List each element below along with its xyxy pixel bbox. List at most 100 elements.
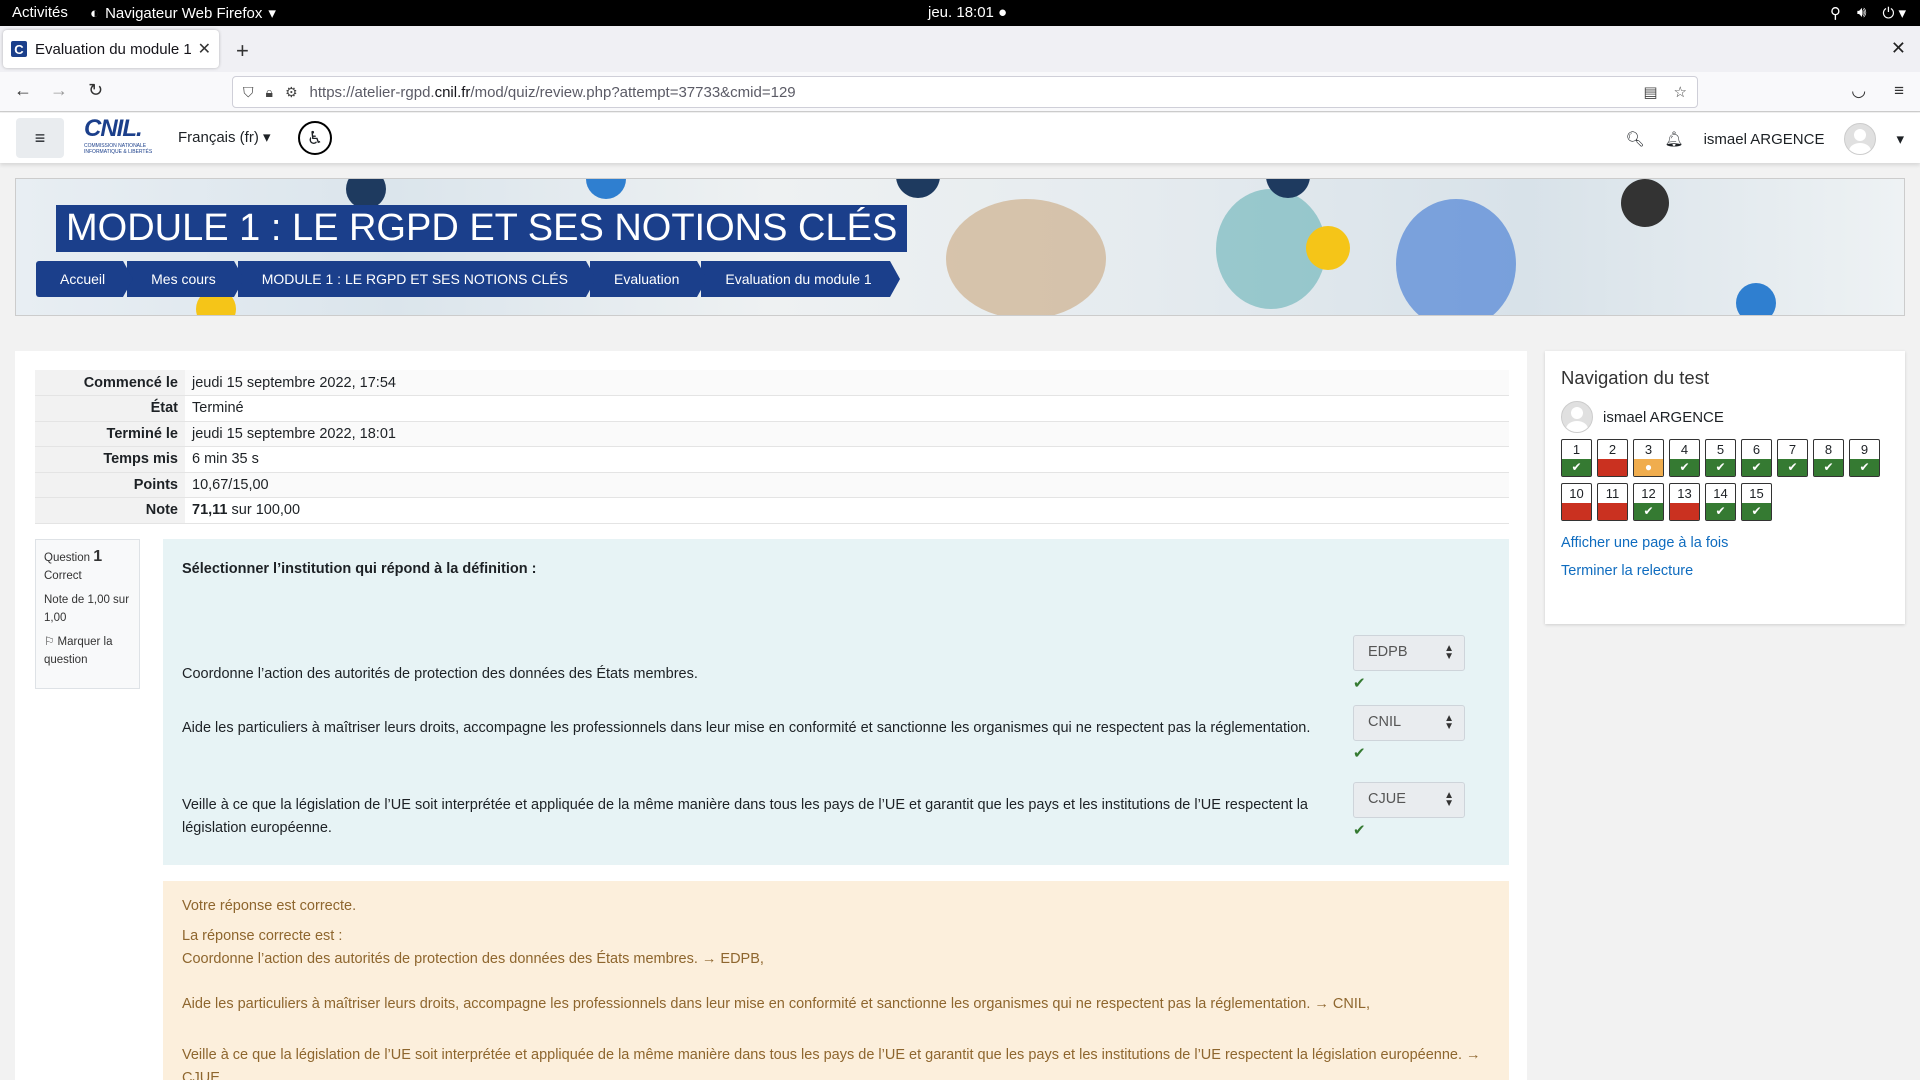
permissions-icon: ⚙ xyxy=(284,83,298,100)
check-icon: ✔ xyxy=(1715,460,1726,474)
quiz-nav-button[interactable]: 6 ✔ xyxy=(1741,439,1772,477)
quiz-nav-button[interactable]: 7 ✔ xyxy=(1777,439,1808,477)
avatar[interactable] xyxy=(1844,123,1877,155)
reader-view-icon[interactable]: ▤ xyxy=(1643,83,1657,101)
summary-value: 6 min 35 s xyxy=(185,446,1509,473)
bookmark-star-icon[interactable]: ☆ xyxy=(1674,83,1687,101)
logo-subtitle: COMMISSION NATIONALE INFORMATIQUE & LIBE… xyxy=(84,143,153,155)
clock[interactable]: jeu. 18:01 ● xyxy=(928,4,1007,21)
check-icon: ✔ xyxy=(1715,504,1726,518)
quiz-nav-number: 12 xyxy=(1641,486,1656,501)
quiz-nav-number: 13 xyxy=(1677,486,1692,501)
summary-label: Note xyxy=(35,497,185,524)
cnil-favicon-icon: C xyxy=(11,41,27,57)
quiz-nav-button[interactable]: 8 ✔ xyxy=(1813,439,1844,477)
power-icon: ⏻ ▾ xyxy=(1882,5,1906,22)
pocket-icon[interactable]: ◡ xyxy=(1851,81,1866,101)
quiz-nav-number: 7 xyxy=(1788,442,1797,457)
finish-review-link[interactable]: Terminer la relecture xyxy=(1561,563,1889,579)
summary-value: 71,11 sur 100,00 xyxy=(185,497,1509,524)
quiz-user-name: ismael ARGENCE xyxy=(1603,408,1724,426)
breadcrumb-evaluation[interactable]: Evaluation xyxy=(589,261,708,297)
quiz-nav-button[interactable]: 2 xyxy=(1597,439,1628,477)
quiz-nav-button[interactable]: 9 ✔ xyxy=(1849,439,1880,477)
accessibility-icon[interactable]: ♿︎ xyxy=(298,121,332,155)
tab-strip: C Evaluation du module 1 : r ✕ + ✕ xyxy=(0,26,1920,72)
quiz-nav-state-correct: ✔ xyxy=(1742,503,1771,520)
question-feedback: Votre réponse est correcte. La réponse c… xyxy=(163,881,1509,1080)
match-select[interactable]: CNIL ▲ ▼ xyxy=(1353,705,1465,741)
quiz-nav-button[interactable]: 4 ✔ xyxy=(1669,439,1700,477)
quiz-nav-number: 1 xyxy=(1572,442,1581,457)
quiz-nav-number: 14 xyxy=(1713,486,1728,501)
quiz-nav-button[interactable]: 11 xyxy=(1597,483,1628,521)
close-window-icon[interactable]: ✕ xyxy=(1891,38,1906,59)
quiz-nav-button[interactable]: 13 xyxy=(1669,483,1700,521)
search-icon[interactable]: 🔍︎ xyxy=(1626,130,1645,148)
summary-value: Terminé xyxy=(185,395,1509,422)
quiz-nav-number: 9 xyxy=(1860,442,1869,457)
check-icon: ✔ xyxy=(1859,460,1870,474)
drawer-toggle-button[interactable]: ≡ xyxy=(16,118,64,158)
url-text: https://atelier-rgpd.cnil.fr/mod/quiz/re… xyxy=(309,83,796,101)
browser-tab[interactable]: C Evaluation du module 1 : r ✕ xyxy=(3,30,219,68)
quiz-nav-button[interactable]: 3 ● xyxy=(1633,439,1664,477)
quiz-user: ismael ARGENCE xyxy=(1561,401,1889,433)
quiz-nav-button[interactable]: 1 ✔ xyxy=(1561,439,1592,477)
notification-bell-icon[interactable]: 🔔︎ xyxy=(1665,130,1684,148)
quiz-nav-state-correct: ✔ xyxy=(1742,459,1771,476)
breadcrumb-home[interactable]: Accueil xyxy=(36,261,134,297)
question-number: 1 xyxy=(93,548,103,565)
reload-icon[interactable]: ↻ xyxy=(88,80,103,101)
activities-button[interactable]: Activités xyxy=(12,4,68,21)
summary-label: Temps mis xyxy=(35,446,185,473)
check-icon: ✔ xyxy=(1643,504,1654,518)
app-menu[interactable]: ◐ Navigateur Web Firefox ▾ xyxy=(90,4,276,23)
show-one-page-link[interactable]: Afficher une page à la fois xyxy=(1561,535,1889,551)
user-menu-chevron-icon[interactable]: ▾ xyxy=(1896,130,1904,148)
question-content: Sélectionner l’institution qui répond à … xyxy=(163,539,1509,865)
match-select[interactable]: EDPB ▲ ▼ xyxy=(1353,635,1465,671)
quiz-nav-state-correct: ✔ xyxy=(1634,503,1663,520)
back-icon[interactable]: ← xyxy=(14,80,32,101)
tab-title: Evaluation du module 1 : r xyxy=(35,40,192,58)
match-select[interactable]: CJUE ▲ ▼ xyxy=(1353,782,1465,818)
summary-row: Terminé le jeudi 15 septembre 2022, 18:01 xyxy=(35,421,1509,447)
feedback-answer-line: Veille à ce que la législation de l’UE s… xyxy=(182,1047,1481,1080)
user-name[interactable]: ismael ARGENCE xyxy=(1704,131,1825,148)
question-state: Correct xyxy=(44,570,82,582)
system-tray[interactable]: ⚲ 🔊︎ ⏻ ▾ xyxy=(1830,4,1906,22)
summary-row: Commencé le jeudi 15 septembre 2022, 17:5… xyxy=(35,370,1509,396)
summary-label: Terminé le xyxy=(35,421,185,447)
correct-check-icon: ✔ xyxy=(1353,745,1366,762)
quiz-nav-button[interactable]: 10 xyxy=(1561,483,1592,521)
quiz-nav-button[interactable]: 15 ✔ xyxy=(1741,483,1772,521)
cnil-logo[interactable]: CNIL. COMMISSION NATIONALE INFORMATIQUE … xyxy=(84,117,156,159)
summary-row: Note 71,11 sur 100,00 xyxy=(35,497,1509,524)
quiz-nav-state-incorrect xyxy=(1562,503,1591,520)
breadcrumb-my-courses[interactable]: Mes cours xyxy=(127,261,244,297)
quiz-nav-button[interactable]: 5 ✔ xyxy=(1705,439,1736,477)
language-menu[interactable]: Français (fr) ▾ xyxy=(178,128,271,146)
block-title: Navigation du test xyxy=(1561,367,1710,388)
check-icon: ✔ xyxy=(1823,460,1834,474)
url-bar[interactable]: ⛉ 🔒︎ ⚙ https://atelier-rgpd.cnil.fr/mod/… xyxy=(232,76,1698,108)
menu-icon[interactable]: ≡ xyxy=(1894,81,1904,101)
breadcrumb-module[interactable]: MODULE 1 : LE RGPD ET SES NOTIONS CLÉS xyxy=(237,261,597,297)
question-info: Question 1 Correct Note de 1,00 sur 1,00… xyxy=(35,539,140,689)
quiz-nav-state-incorrect xyxy=(1670,503,1699,520)
question-grade: Note de 1,00 sur 1,00 xyxy=(44,594,130,624)
hamburger-icon: ≡ xyxy=(34,127,46,148)
forward-icon[interactable]: → xyxy=(50,80,68,101)
question-label: Question xyxy=(44,552,91,564)
correct-check-icon: ✔ xyxy=(1353,822,1366,839)
flag-question-link[interactable]: ⚐ Marquer la question xyxy=(44,633,131,669)
new-tab-button[interactable]: + xyxy=(236,38,249,64)
quiz-nav-button[interactable]: 14 ✔ xyxy=(1705,483,1736,521)
breadcrumb-evaluation-module[interactable]: Evaluation du module 1 xyxy=(701,261,901,297)
quiz-nav-button[interactable]: 12 ✔ xyxy=(1633,483,1664,521)
check-icon: ✔ xyxy=(1751,460,1762,474)
quiz-nav-number: 6 xyxy=(1752,442,1761,457)
close-tab-icon[interactable]: ✕ xyxy=(198,39,211,59)
summary-row: Points 10,67/15,00 xyxy=(35,472,1509,498)
